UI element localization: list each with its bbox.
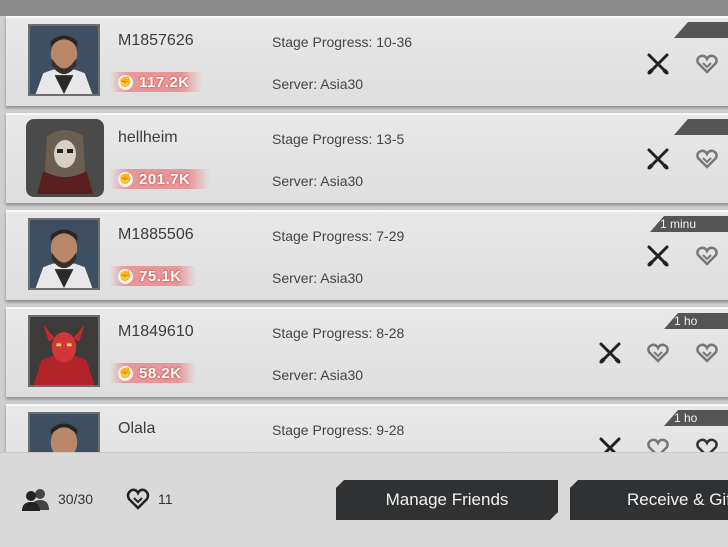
friend-avatar[interactable]	[26, 119, 104, 197]
power-value: 75.1K	[139, 267, 182, 285]
send-heart-button[interactable]	[695, 244, 719, 268]
heart-icon	[696, 438, 718, 452]
heart-icon	[647, 438, 669, 452]
heart-icon	[696, 246, 718, 266]
red-demon-portrait	[30, 317, 98, 385]
friend-name: M1857626	[118, 32, 194, 49]
last-online-tag	[674, 22, 728, 38]
bearded-man-portrait	[30, 26, 98, 94]
receive-heart-button[interactable]	[646, 341, 670, 365]
crossed-swords-icon	[647, 53, 669, 75]
crossed-swords-icon	[647, 245, 669, 267]
battle-button[interactable]	[646, 244, 670, 268]
stage-progress: Stage Progress: 9-28	[272, 422, 405, 438]
server-label: Server: Asia30	[272, 367, 364, 383]
footer-bar: 30/30 11 Manage Friends Receive & Gif	[0, 452, 728, 547]
friend-avatar[interactable]	[28, 24, 100, 96]
friend-card[interactable]: M1849610 ✊ 58.2K Stage Progress: 8-28 Se…	[6, 307, 728, 397]
crossed-swords-icon	[647, 148, 669, 170]
friend-avatar[interactable]	[28, 412, 100, 452]
heart-icon	[696, 343, 718, 363]
heart-icon	[126, 488, 150, 510]
heart-count: 11	[124, 487, 173, 511]
friend-name: Olala	[118, 420, 156, 437]
send-heart-button[interactable]	[695, 436, 719, 452]
power-badge: ✊ 117.2K	[110, 72, 202, 92]
server-label: Server: Asia30	[272, 173, 364, 189]
battle-button[interactable]	[646, 147, 670, 171]
stage-progress: Stage Progress: 10-36	[272, 34, 413, 50]
last-online-tag: 1 ho	[664, 410, 728, 426]
last-online-tag: 1 minu	[650, 216, 728, 232]
send-heart-button[interactable]	[695, 52, 719, 76]
friends-icon	[22, 489, 49, 511]
heart-icon	[696, 54, 718, 74]
stage-progress: Stage Progress: 7-29	[272, 228, 405, 244]
send-heart-button[interactable]	[695, 341, 719, 365]
friend-avatar[interactable]	[28, 315, 100, 387]
power-badge: ✊ 75.1K	[110, 266, 196, 286]
heart-count-value: 11	[158, 491, 173, 507]
fist-icon: ✊	[118, 268, 133, 284]
friend-card[interactable]: M1857626 ✊ 117.2K Stage Progress: 10-36 …	[6, 16, 728, 106]
battle-button[interactable]	[598, 436, 622, 452]
crossed-swords-icon	[599, 342, 621, 364]
stage-progress: Stage Progress: 8-28	[272, 325, 405, 341]
power-value: 201.7K	[139, 170, 191, 188]
battle-button[interactable]	[646, 52, 670, 76]
crossed-swords-icon	[599, 437, 621, 452]
friend-avatar[interactable]	[28, 218, 100, 290]
power-badge: ✊ 201.7K	[110, 169, 210, 189]
bearded-man-portrait	[30, 414, 98, 452]
last-online-tag: 1 ho	[664, 313, 728, 329]
battle-button[interactable]	[598, 341, 622, 365]
masked-soldier-portrait	[29, 122, 101, 194]
friend-card[interactable]: hellheim ✊ 201.7K Stage Progress: 13-5 S…	[6, 113, 728, 203]
friend-card[interactable]: M1885506 ✊ 75.1K Stage Progress: 7-29 Se…	[6, 210, 728, 300]
heart-icon	[696, 149, 718, 169]
server-label: Server: Asia30	[272, 270, 364, 286]
bearded-man-portrait	[30, 220, 98, 288]
receive-and-gift-button[interactable]: Receive & Gif	[570, 480, 728, 520]
last-online-tag	[674, 119, 728, 135]
heart-icon	[647, 343, 669, 363]
friend-name: M1849610	[118, 323, 194, 340]
server-label: Server: Asia30	[272, 76, 364, 92]
power-value: 58.2K	[139, 364, 182, 382]
fist-icon: ✊	[118, 74, 133, 90]
friend-card[interactable]: Olala Stage Progress: 9-28 1 ho	[6, 404, 728, 452]
friend-name: M1885506	[118, 226, 194, 243]
stage-progress: Stage Progress: 13-5	[272, 131, 405, 147]
power-badge: ✊ 58.2K	[110, 363, 196, 383]
fist-icon: ✊	[118, 171, 133, 187]
send-heart-button[interactable]	[695, 147, 719, 171]
friend-count: 30/30	[20, 487, 93, 511]
fist-icon: ✊	[118, 365, 133, 381]
friend-name: hellheim	[118, 129, 178, 146]
friend-count-value: 30/30	[58, 491, 94, 507]
receive-heart-button[interactable]	[646, 436, 670, 452]
friend-list[interactable]: M1857626 ✊ 117.2K Stage Progress: 10-36 …	[0, 0, 728, 452]
manage-friends-button[interactable]: Manage Friends	[336, 480, 558, 520]
power-value: 117.2K	[139, 73, 190, 91]
